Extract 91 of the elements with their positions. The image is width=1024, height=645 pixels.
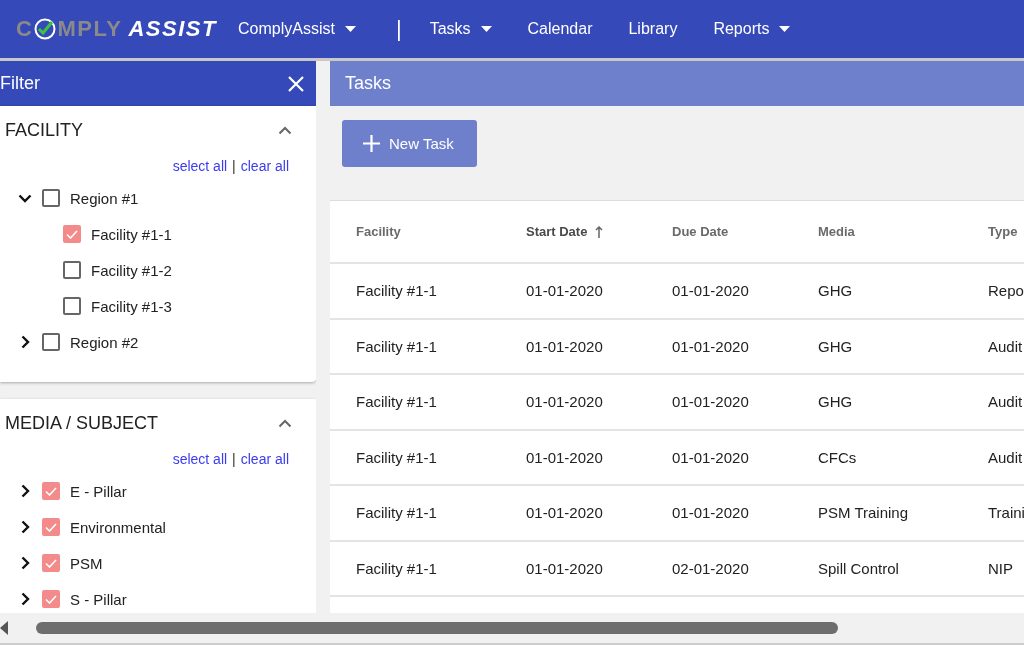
check-circle-icon bbox=[34, 18, 57, 40]
table-cell-text: 01-01-2020 bbox=[526, 393, 604, 411]
table-cell-text: Facility #1-1 bbox=[356, 337, 438, 355]
table-cell-text: 01-01-2020 bbox=[526, 504, 604, 522]
table-cell-text: 01-01-2020 bbox=[672, 282, 750, 300]
table-cell-text: NIP bbox=[988, 559, 1014, 577]
checkbox[interactable] bbox=[42, 189, 60, 207]
table-cell-text: CFCs bbox=[818, 448, 858, 466]
table-cell-text: Facility #1-1 bbox=[356, 559, 438, 577]
table-cell: Audit bbox=[988, 337, 1024, 355]
table-cell-text: 01-01-2020 bbox=[526, 337, 604, 355]
chevron-right-icon[interactable] bbox=[20, 520, 30, 534]
column-header[interactable]: Due Date bbox=[672, 224, 818, 239]
check-icon bbox=[45, 486, 57, 496]
table-cell-text: 01-01-2020 bbox=[526, 282, 604, 300]
table-cell-text: 01-01-2020 bbox=[672, 504, 750, 522]
table-cell-text: 02-01-2020 bbox=[672, 559, 750, 577]
check-icon bbox=[66, 229, 78, 239]
checkbox[interactable] bbox=[42, 333, 60, 351]
checkbox[interactable] bbox=[42, 590, 60, 608]
nav-divider: | bbox=[395, 16, 402, 42]
check-icon bbox=[45, 594, 57, 604]
table-cell: Repo bbox=[988, 282, 1024, 300]
tasks-title: Tasks bbox=[345, 73, 391, 94]
tree-item-label[interactable]: Facility #1-1 bbox=[91, 225, 172, 243]
tree-item-label[interactable]: Facility #1-2 bbox=[91, 261, 172, 279]
table-cell-text: Facility #1-1 bbox=[356, 282, 438, 300]
checkbox[interactable] bbox=[63, 297, 81, 315]
nav-link[interactable]: Reports bbox=[713, 20, 791, 38]
table-cell-text: Facility #1-1 bbox=[356, 504, 438, 522]
table-cell: Audit bbox=[988, 393, 1024, 411]
chevron-up-icon[interactable] bbox=[278, 125, 292, 135]
chevron-right-icon[interactable] bbox=[20, 556, 30, 570]
logo-text: ASSIST bbox=[128, 16, 217, 42]
new-task-button[interactable]: New Task bbox=[342, 120, 477, 167]
checkbox[interactable] bbox=[42, 554, 60, 572]
nav-link[interactable]: ComplyAssist bbox=[238, 20, 356, 38]
logo-text: C bbox=[16, 16, 34, 42]
tree-item-label[interactable]: Facility #1-3 bbox=[91, 297, 172, 315]
chevron-right-icon[interactable] bbox=[20, 335, 30, 349]
logo-text: MPLY bbox=[57, 16, 123, 42]
table-cell: Audit bbox=[988, 448, 1024, 466]
checkbox[interactable] bbox=[63, 261, 81, 279]
column-header[interactable]: Start Date bbox=[526, 224, 672, 239]
sort-arrow-up-icon bbox=[595, 225, 604, 238]
close-icon[interactable] bbox=[288, 75, 304, 92]
table-cell-text: GHG bbox=[818, 282, 854, 300]
chevron-down-icon[interactable] bbox=[18, 193, 32, 203]
scroll-left-arrow-icon[interactable] bbox=[0, 621, 8, 635]
tree-item-label[interactable]: S - Pillar bbox=[70, 590, 127, 608]
link-separator: | bbox=[232, 451, 236, 467]
check-icon bbox=[45, 522, 57, 532]
tree-item-label[interactable]: PSM bbox=[70, 554, 103, 572]
table-cell-text: GHG bbox=[818, 393, 854, 411]
section-title: MEDIA / SUBJECT bbox=[5, 412, 159, 434]
tree-item-label[interactable]: Region #2 bbox=[70, 333, 139, 351]
filter-title: Filter bbox=[0, 73, 40, 94]
tree-item-label[interactable]: E - Pillar bbox=[70, 482, 127, 500]
table-cell-text: Facility #1-1 bbox=[356, 448, 438, 466]
nav-link[interactable]: Library bbox=[628, 20, 678, 38]
table-cell-text: PSM Training bbox=[818, 504, 910, 522]
clear-all-link[interactable]: clear all bbox=[240, 451, 289, 467]
table-cell: Traini bbox=[988, 504, 1024, 522]
clear-all-link[interactable]: clear all bbox=[240, 158, 289, 174]
nav-link[interactable]: Tasks bbox=[429, 20, 492, 38]
table-cell-text: 01-01-2020 bbox=[526, 448, 604, 466]
table-cell-text: Facility #1-1 bbox=[356, 393, 438, 411]
section-title: FACILITY bbox=[5, 119, 84, 141]
nav-link[interactable]: Calendar bbox=[527, 20, 593, 38]
table-cell-text: 01-01-2020 bbox=[526, 559, 604, 577]
select-all-link[interactable]: select all bbox=[172, 451, 228, 467]
column-header[interactable]: Type bbox=[988, 224, 1024, 239]
checkbox[interactable] bbox=[63, 225, 81, 243]
table-cell-text: Spill Control bbox=[818, 559, 900, 577]
check-icon bbox=[45, 558, 57, 568]
tree-item-label[interactable]: Region #1 bbox=[70, 189, 139, 207]
table-cell-text: 01-01-2020 bbox=[672, 448, 750, 466]
select-all-link[interactable]: select all bbox=[172, 158, 228, 174]
checkbox[interactable] bbox=[42, 518, 60, 536]
link-separator: | bbox=[232, 158, 236, 174]
table-cell-text: 01-01-2020 bbox=[672, 393, 750, 411]
chevron-right-icon[interactable] bbox=[20, 592, 30, 606]
chevron-up-icon[interactable] bbox=[278, 418, 292, 428]
column-header[interactable]: Facility bbox=[356, 224, 526, 239]
chevron-right-icon[interactable] bbox=[20, 484, 30, 498]
table-cell-text: GHG bbox=[818, 337, 854, 355]
column-header[interactable]: Media bbox=[818, 224, 988, 239]
tree-item-label[interactable]: Environmental bbox=[70, 518, 166, 536]
table-cell-text: 01-01-2020 bbox=[672, 337, 750, 355]
checkbox[interactable] bbox=[42, 482, 60, 500]
plus-icon bbox=[363, 135, 380, 152]
